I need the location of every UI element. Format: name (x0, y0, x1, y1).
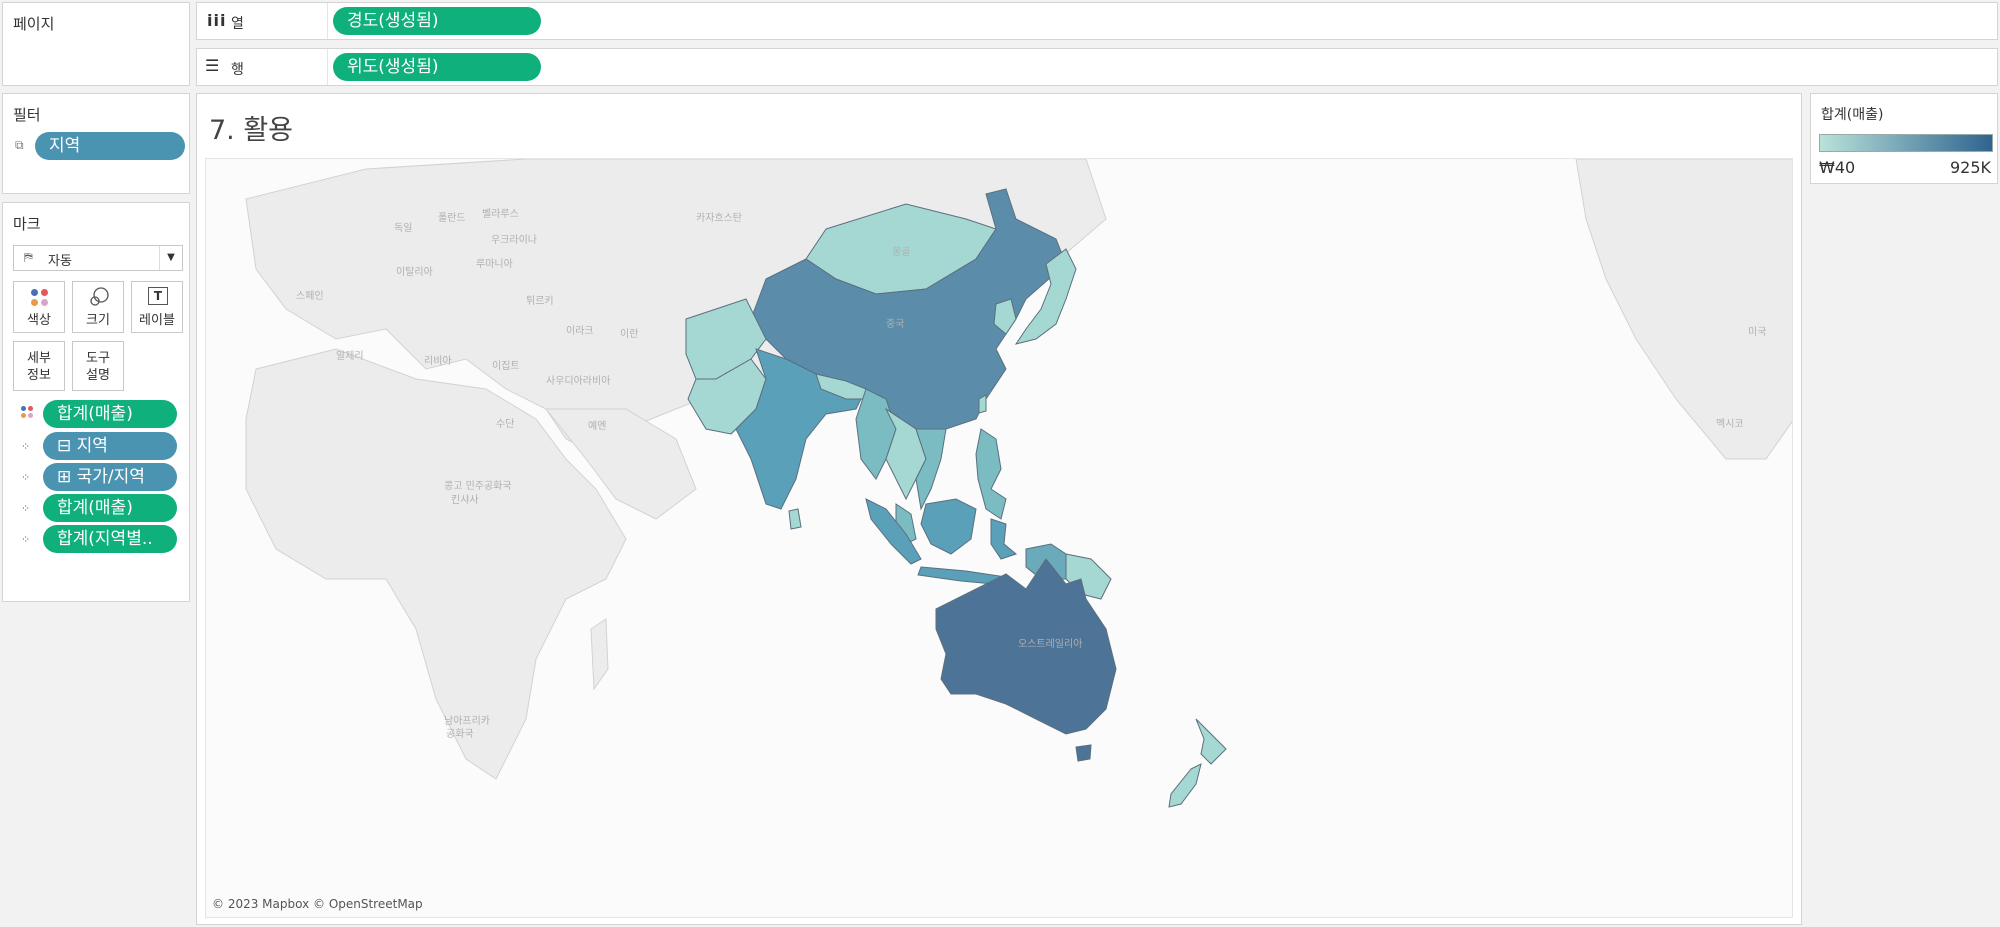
filter-icon: ⧉ (15, 138, 24, 152)
basemap-label: 공화국 (446, 728, 474, 740)
filters-panel-title: 필터 (13, 106, 41, 124)
basemap-label: 이란 (620, 328, 638, 340)
detail-icon: ⁘ (21, 440, 30, 453)
detail-icon: ⁘ (21, 502, 31, 515)
basemap-label: 킨샤사 (451, 494, 479, 506)
view-title: 7. 활용 (209, 115, 294, 146)
country-philippines (975, 428, 1007, 520)
basemap-label: 멕시코 (1716, 418, 1744, 430)
basemap-label: 몽골 (892, 246, 910, 258)
legend-title: 합계(매출) (1821, 107, 1884, 123)
basemap-label: 폴란드 (438, 212, 466, 224)
chevron-down-icon[interactable]: ▼ (159, 246, 182, 270)
detail-button[interactable]: 세부 정보 (13, 341, 65, 391)
field-pill-sales-sum-color[interactable]: 합계(매출) (43, 400, 177, 428)
rows-shelf[interactable]: ☰ 행 위도(생성됨) (196, 48, 1998, 86)
country-newzealand-north (1195, 718, 1227, 765)
marks-panel-title: 마크 (13, 215, 41, 233)
legend-panel[interactable]: 합계(매출) ₩40 925K (1810, 93, 1998, 184)
map-svg[interactable]: 독일 폴란드 벨라루스 우크라이나 루마니아 이탈리아 스페인 튀르키 알제리 … (206, 159, 1793, 918)
pages-panel[interactable]: 페이지 (2, 2, 190, 86)
rows-label: 행 (231, 62, 244, 78)
shelf-divider (327, 3, 328, 39)
basemap-label: 루마니아 (476, 258, 513, 270)
basemap-label: 스페인 (296, 290, 324, 302)
field-pill-sales-sum-detail[interactable]: 합계(매출) (43, 494, 177, 522)
field-row-sales-detail: ⁘ 합계(매출) (3, 493, 191, 523)
country-newzealand-south (1168, 763, 1202, 808)
country-srilanka (788, 508, 802, 530)
columns-shelf[interactable]: iii 열 경도(생성됨) (196, 2, 1998, 40)
field-row-country: ⁘ ⊞ 국가/지역 (3, 462, 191, 492)
basemap-label: 리비아 (424, 355, 452, 367)
mark-type-icon: ⛿ (24, 250, 33, 264)
columns-label: 열 (231, 16, 244, 32)
basemap-label: 사우디아라비아 (546, 375, 610, 387)
detail-button-label: 세부 정보 (27, 351, 51, 383)
basemap-label: 튀르키 (526, 295, 554, 307)
basemap-label: 수단 (496, 418, 514, 430)
color-icon (30, 288, 50, 308)
field-pill-region[interactable]: ⊟ 지역 (43, 432, 177, 460)
view-panel[interactable]: 7. 활용 독일 폴란드 벨라루스 우크라이나 루마니아 이탈리아 스페인 튀르… (196, 93, 1802, 925)
size-button[interactable]: 크기 (72, 281, 124, 333)
basemap-label: 예멘 (588, 420, 606, 432)
land-madagascar (590, 618, 609, 691)
country-indonesia-borneo (920, 498, 977, 555)
country-vietnam (915, 428, 947, 511)
marks-panel[interactable]: 마크 ⛿ 자동 ▼ 색상 크기 T 레이블 세부 정보 도구 설명 합계(매출)… (2, 202, 190, 602)
basemap-label: 알제리 (336, 350, 364, 362)
tooltip-button-label: 도구 설명 (86, 351, 110, 383)
filter-pill-region[interactable]: 지역 (35, 132, 185, 160)
color-button[interactable]: 색상 (13, 281, 65, 333)
basemap-label: 이라크 (566, 325, 594, 337)
latitude-pill[interactable]: 위도(생성됨) (333, 53, 541, 81)
detail-icon: ⁘ (21, 533, 31, 546)
field-pill-region-sum[interactable]: 합계(지역별.. (43, 525, 177, 553)
label-button-label: 레이블 (139, 313, 175, 328)
legend-color-ramp (1819, 134, 1993, 152)
map-attribution[interactable]: © 2023 Mapbox © OpenStreetMap (212, 897, 423, 911)
legend-min-label: ₩40 (1819, 158, 1856, 177)
mark-type-dropdown[interactable]: ⛿ 자동 ▼ (13, 245, 183, 271)
basemap-label: 콩고 민주공화국 (444, 480, 512, 492)
map-area[interactable]: 독일 폴란드 벨라루스 우크라이나 루마니아 이탈리아 스페인 튀르키 알제리 … (205, 158, 1793, 918)
size-button-label: 크기 (86, 313, 110, 328)
land-north-america (1575, 159, 1792, 460)
basemap-label: 독일 (394, 222, 412, 234)
rows-icon: ☰ (205, 56, 220, 75)
basemap-label: 우크라이나 (491, 234, 537, 246)
longitude-pill[interactable]: 경도(생성됨) (333, 7, 541, 35)
basemap-label: 남아프리카 (444, 715, 490, 727)
legend-max-label: 925K (1949, 158, 1991, 177)
country-tasmania (1075, 744, 1092, 762)
mark-type-label: 자동 (48, 254, 72, 269)
field-row-color-sales: 합계(매출) (3, 399, 191, 429)
shelf-divider (327, 49, 328, 85)
basemap-label: 벨라루스 (482, 208, 519, 220)
label-icon: T (148, 287, 168, 305)
size-icon (90, 287, 109, 306)
tooltip-button[interactable]: 도구 설명 (72, 341, 124, 391)
label-button[interactable]: T 레이블 (131, 281, 183, 333)
basemap-label: 중국 (886, 318, 904, 330)
basemap-label: 미국 (1748, 326, 1766, 338)
basemap-label: 이탈리아 (396, 265, 433, 278)
columns-icon: iii (207, 11, 227, 30)
filters-panel[interactable]: 필터 ⧉ 지역 (2, 93, 190, 194)
color-button-label: 색상 (27, 313, 51, 328)
basemap-label: 이집트 (492, 360, 520, 372)
pages-panel-title: 페이지 (13, 15, 55, 33)
basemap-label: 오스트레일리아 (1018, 638, 1082, 650)
field-row-region: ⁘ ⊟ 지역 (3, 431, 191, 461)
detail-icon: ⁘ (21, 471, 31, 484)
field-pill-country[interactable]: ⊞ 국가/지역 (43, 463, 177, 491)
basemap-label: 카자흐스탄 (696, 212, 742, 224)
country-indonesia-sulawesi (990, 518, 1018, 560)
color-icon (21, 406, 39, 424)
field-row-region-sum: ⁘ 합계(지역별.. (3, 524, 191, 554)
